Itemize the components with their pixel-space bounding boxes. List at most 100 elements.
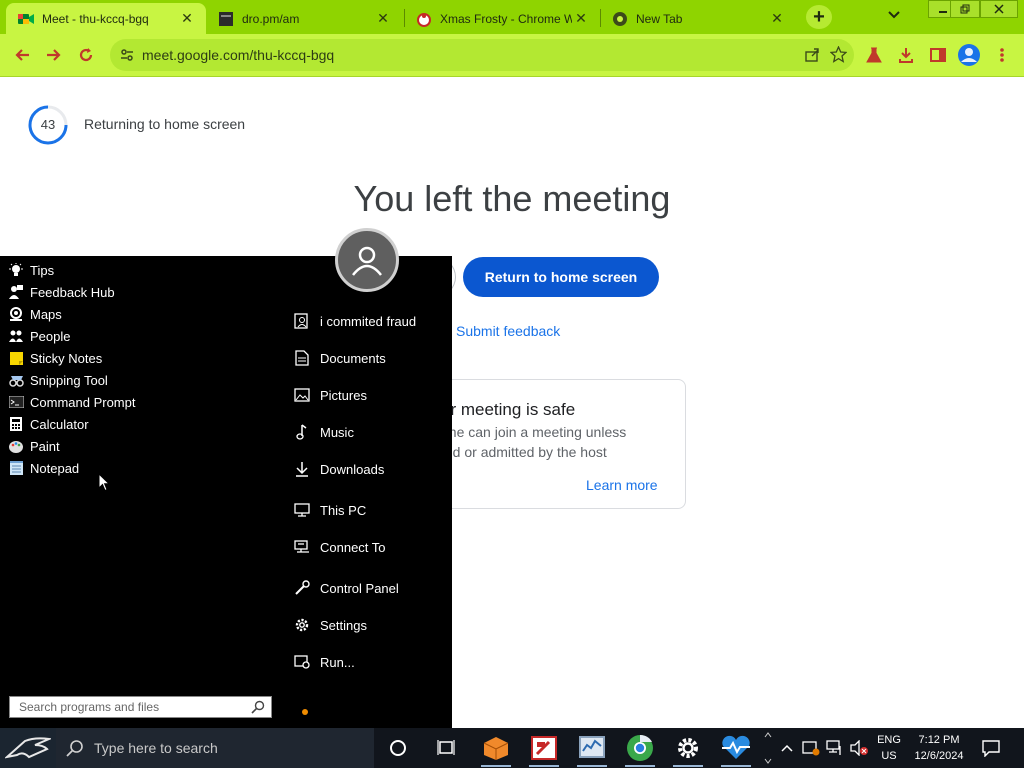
- maps-icon: [8, 306, 24, 322]
- page-title: You left the meeting: [353, 178, 671, 219]
- taskbar-app-chrome[interactable]: [616, 728, 664, 768]
- start-button[interactable]: [0, 728, 56, 768]
- side-panel-icon[interactable]: [926, 43, 950, 67]
- chevron-down-icon[interactable]: [764, 758, 772, 764]
- tab-dro[interactable]: dro.pm/am ✕: [206, 3, 402, 34]
- start-app-command-prompt[interactable]: Command Prompt: [8, 392, 135, 412]
- close-tab-icon[interactable]: ✕: [374, 10, 392, 27]
- start-app-notepad[interactable]: Notepad: [8, 458, 79, 478]
- start-place-this-pc[interactable]: This PC: [293, 499, 366, 521]
- site-info-icon[interactable]: [120, 48, 134, 67]
- learn-more-link[interactable]: Learn more: [586, 477, 658, 493]
- network-icon[interactable]: [826, 739, 844, 757]
- start-place-label: Control Panel: [320, 580, 399, 596]
- new-tab-button[interactable]: +: [806, 5, 832, 29]
- run-icon: [293, 653, 311, 671]
- taskbar-app-health[interactable]: [712, 728, 760, 768]
- feedback-hub-icon: [8, 284, 24, 300]
- chrome-menu-icon[interactable]: [990, 43, 1014, 67]
- chrome-icon: [627, 734, 653, 761]
- start-place-settings[interactable]: Settings: [293, 614, 367, 636]
- return-home-button[interactable]: Return to home screen: [463, 257, 659, 297]
- restore-button[interactable]: [950, 0, 980, 18]
- frosty-icon: [416, 11, 432, 27]
- start-app-maps[interactable]: Maps: [8, 304, 62, 324]
- start-place-control-panel[interactable]: Control Panel: [293, 577, 399, 599]
- start-app-sticky-notes[interactable]: Sticky Notes: [8, 348, 102, 368]
- volume-muted-icon[interactable]: [850, 739, 868, 757]
- start-place-label: Downloads: [320, 461, 385, 477]
- tab-title: dro.pm/am: [242, 11, 300, 26]
- download-icon[interactable]: [894, 43, 918, 67]
- start-place-documents[interactable]: Documents: [293, 347, 386, 369]
- taskbar-app-monitor[interactable]: [568, 728, 616, 768]
- user-folder-icon: [293, 312, 311, 330]
- close-tab-icon[interactable]: ✕: [768, 10, 786, 27]
- start-app-paint[interactable]: Paint: [8, 436, 60, 456]
- taskbar-clock[interactable]: 7:12 PM 12/6/2024: [908, 732, 970, 764]
- taskbar-app-orange[interactable]: [472, 728, 520, 768]
- close-tab-icon[interactable]: ✕: [572, 10, 590, 27]
- share-icon[interactable]: [804, 47, 820, 68]
- taskbar-app-settings[interactable]: [664, 728, 712, 768]
- taskbar-scroll[interactable]: [760, 728, 776, 768]
- close-tab-icon[interactable]: ✕: [178, 10, 196, 27]
- bookmark-star-icon[interactable]: [829, 45, 848, 68]
- start-place-label: Pictures: [320, 387, 367, 403]
- search-icon[interactable]: [251, 700, 265, 714]
- notification-center-icon[interactable]: [982, 739, 1000, 757]
- input-language-indicator[interactable]: ENG US: [876, 732, 902, 764]
- cortana-button[interactable]: [374, 728, 422, 768]
- notepad-icon: [8, 460, 24, 476]
- tray-app-icon[interactable]: [802, 739, 820, 757]
- start-place-downloads[interactable]: Downloads: [293, 458, 384, 480]
- start-place-pictures[interactable]: Pictures: [293, 384, 367, 406]
- close-window-button[interactable]: [980, 0, 1018, 18]
- taskbar-search-placeholder: Type here to search: [94, 740, 218, 756]
- submit-feedback-link[interactable]: Submit feedback: [456, 323, 560, 339]
- meeting-safe-card: ur meeting is safe one can join a meetin…: [420, 379, 686, 509]
- this-pc-icon: [293, 501, 311, 519]
- start-place-connect-to[interactable]: Connect To: [293, 536, 386, 558]
- user-avatar[interactable]: [335, 228, 399, 292]
- labs-flask-icon[interactable]: [862, 43, 886, 67]
- start-place-user-folder[interactable]: i commited fraud: [293, 310, 416, 332]
- show-hidden-icons-chevron-icon[interactable]: [778, 739, 796, 757]
- gear-icon: [678, 738, 698, 758]
- address-bar[interactable]: meet.google.com/thu-kccq-bgq: [110, 39, 854, 71]
- start-app-tips[interactable]: Tips: [8, 260, 54, 280]
- start-app-label: Paint: [30, 438, 60, 454]
- start-search-box[interactable]: [9, 696, 272, 718]
- start-app-calculator[interactable]: Calculator: [8, 414, 89, 434]
- safe-card-body: one can join a meeting unless ted or adm…: [441, 422, 661, 462]
- reload-button[interactable]: [74, 43, 98, 67]
- tab-xmas-frosty[interactable]: Xmas Frosty - Chrome W ✕: [404, 3, 600, 34]
- safe-card-line: one can join a meeting unless: [441, 424, 627, 440]
- forward-arrow-icon: [47, 49, 61, 61]
- clock-date: 12/6/2024: [914, 750, 964, 762]
- start-app-label: People: [30, 328, 71, 344]
- start-app-label: Notepad: [30, 460, 80, 476]
- start-app-people[interactable]: People: [8, 326, 70, 346]
- back-button[interactable]: [10, 43, 34, 67]
- documents-icon: [293, 349, 311, 367]
- start-place-run[interactable]: Run...: [293, 651, 355, 673]
- returning-status: Returning to home screen: [84, 116, 246, 132]
- start-app-label: Feedback Hub: [30, 284, 115, 300]
- taskbar-app-powerpoint[interactable]: [520, 728, 568, 768]
- start-app-feedback-hub[interactable]: Feedback Hub: [8, 282, 115, 302]
- start-app-snipping-tool[interactable]: Snipping Tool: [8, 370, 108, 390]
- control-panel-icon: [293, 579, 311, 597]
- forward-button[interactable]: [42, 43, 66, 67]
- tab-search-chevron-icon[interactable]: [888, 8, 900, 22]
- chevron-up-icon[interactable]: [764, 732, 772, 738]
- profile-avatar-icon[interactable]: [957, 43, 981, 67]
- taskbar-search-box[interactable]: Type here to search: [56, 728, 374, 768]
- start-search-input[interactable]: [10, 697, 245, 717]
- tab-meet[interactable]: Meet - thu-kccq-bgq ✕: [6, 3, 206, 34]
- plus-icon: +: [813, 5, 825, 28]
- countdown-timer: 43: [27, 104, 69, 146]
- start-place-music[interactable]: Music: [293, 421, 354, 443]
- task-view-button[interactable]: [422, 728, 470, 768]
- tab-new-tab[interactable]: New Tab ✕: [600, 3, 796, 34]
